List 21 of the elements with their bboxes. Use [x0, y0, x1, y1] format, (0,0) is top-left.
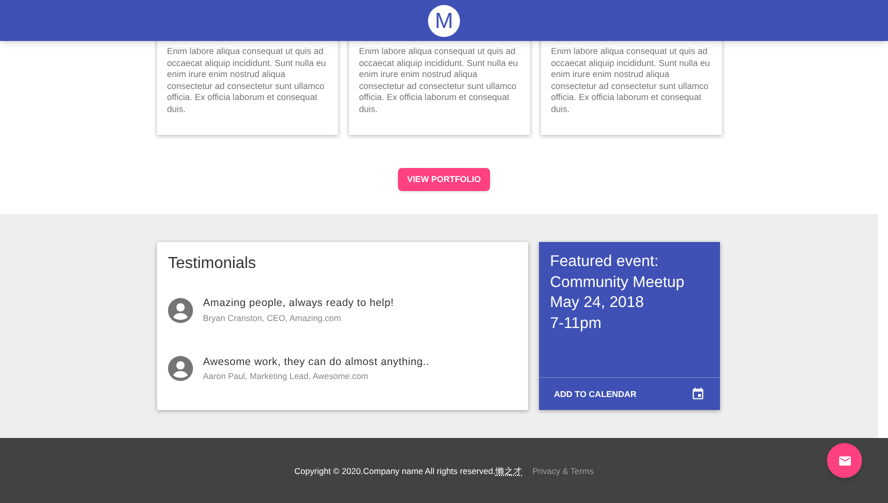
calendar-icon[interactable] [691, 387, 705, 401]
avatar-icon [168, 298, 193, 323]
footer-link[interactable]: 懒之才 [495, 466, 522, 476]
privacy-terms-link[interactable]: Privacy & Terms [532, 464, 594, 478]
card-text: Enim labore aliqua consequat ut quis ad occaecat aliquip incididunt. Sunt nulla eu enim irure enim nostrud aliqua consectetur ad consectetur sunt ullamco officia. Ex officia laborum et consequat duis. [359, 46, 519, 115]
mail-icon [838, 454, 852, 468]
testimonial-quote: Amazing people, always ready to help! [203, 296, 394, 311]
event-text: May 24, 2018 [550, 293, 645, 313]
event-text: 7-11pm [550, 314, 602, 334]
card-title: Testimonials [168, 254, 258, 274]
event-text: Featured event: [550, 252, 660, 272]
add-to-calendar-link[interactable]: ADD TO CALENDAR [554, 388, 636, 400]
copyright-text: Copyright © 2020.Company name All rights reserved.懒之才 [294, 464, 522, 478]
event-text: Community Meetup [550, 272, 686, 292]
testimonial-author: Aaron Paul, Marketing Lead, Awesome.com [203, 370, 370, 383]
logo[interactable]: M [428, 4, 460, 36]
card-text: Enim labore aliqua consequat ut quis ad occaecat aliquip incididunt. Sunt nulla eu enim irure enim nostrud aliqua consectetur ad consectetur sunt ullamco officia. Ex officia laborum et consequat duis. [167, 46, 327, 115]
avatar-icon [168, 356, 193, 382]
testimonial-quote: Awesome work, they can do almost anything.. [203, 354, 430, 370]
card-text: Enim labore aliqua consequat ut quis ad occaecat aliquip incididunt. Sunt nulla eu enim irure enim nostrud aliqua consectetur ad consectetur sunt ullamco officia. Ex officia laborum et consequat duis. [551, 46, 711, 115]
testimonial-author: Bryan Cranston, CEO, Amazing.com [203, 312, 342, 324]
